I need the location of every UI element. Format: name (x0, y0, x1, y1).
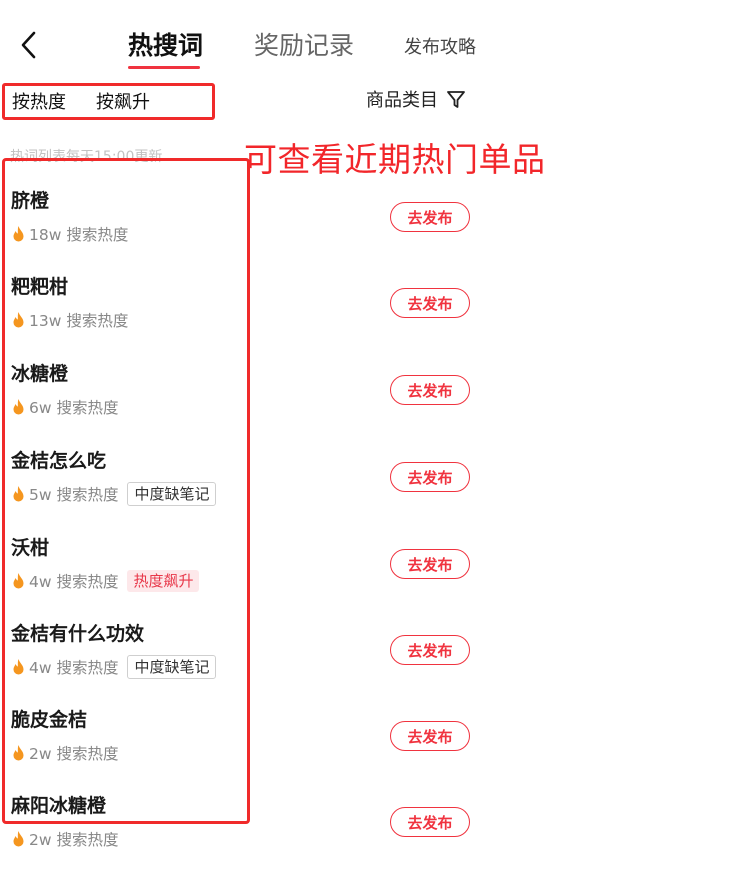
heat-value: 4w 搜索热度 (29, 573, 119, 591)
heat-info: 2w 搜索热度 (11, 741, 118, 765)
keyword-title: 金桔怎么吃 (11, 450, 107, 472)
tab-reward-records[interactable]: 奖励记录 (254, 26, 354, 62)
category-filter[interactable]: 商品类目 (366, 86, 466, 112)
heat-info: 5w 搜索热度 中度缺笔记 (11, 482, 217, 506)
heat-value: 6w 搜索热度 (29, 399, 119, 417)
flame-icon (13, 572, 24, 588)
flame-icon (13, 830, 24, 846)
heat-value: 13w 搜索热度 (29, 312, 129, 330)
list-item: 脆皮金桔 2w 搜索热度 去发布 (0, 705, 733, 791)
note-shortage-badge: 中度缺笔记 (127, 655, 217, 679)
publish-button[interactable]: 去发布 (390, 635, 470, 665)
publish-button[interactable]: 去发布 (390, 549, 470, 579)
publish-button[interactable]: 去发布 (390, 202, 470, 232)
tab-hot-search[interactable]: 热搜词 (128, 26, 203, 62)
publish-button[interactable]: 去发布 (390, 807, 470, 837)
heat-info: 6w 搜索热度 (11, 395, 118, 419)
flame-icon (13, 311, 24, 327)
note-shortage-badge: 中度缺笔记 (127, 482, 217, 506)
keyword-title: 金桔有什么功效 (11, 623, 145, 645)
list-item: 沃柑 4w 搜索热度 热度飙升 去发布 (0, 533, 733, 619)
heat-info: 18w 搜索热度 (11, 222, 128, 246)
heat-info: 4w 搜索热度 中度缺笔记 (11, 655, 217, 679)
keyword-title: 脆皮金桔 (11, 709, 88, 731)
keyword-title: 冰糖橙 (11, 363, 69, 385)
flame-icon (13, 744, 24, 760)
list-item: 脐橙 18w 搜索热度 去发布 (0, 186, 733, 272)
tab-publish-guide[interactable]: 发布攻略 (404, 33, 476, 59)
heat-info: 4w 搜索热度 热度飙升 (11, 569, 200, 593)
publish-button[interactable]: 去发布 (390, 721, 470, 751)
heat-value: 5w 搜索热度 (29, 486, 119, 504)
list-item: 冰糖橙 6w 搜索热度 去发布 (0, 359, 733, 445)
heat-value: 2w 搜索热度 (29, 745, 119, 763)
sort-by-rise[interactable]: 按飙升 (96, 88, 150, 114)
heat-rising-badge: 热度飙升 (127, 570, 200, 592)
list-item: 金桔有什么功效 4w 搜索热度 中度缺笔记 去发布 (0, 619, 733, 705)
flame-icon (13, 658, 24, 674)
heat-info: 13w 搜索热度 (11, 308, 128, 332)
publish-button[interactable]: 去发布 (390, 288, 470, 318)
heat-value: 2w 搜索热度 (29, 831, 119, 849)
heat-value: 4w 搜索热度 (29, 659, 119, 677)
flame-icon (13, 225, 24, 241)
sort-by-heat[interactable]: 按热度 (12, 88, 66, 114)
flame-icon (13, 398, 24, 414)
keyword-title: 粑粑柑 (11, 276, 69, 298)
filter-icon (447, 91, 465, 108)
list-item: 麻阳冰糖橙 2w 搜索热度 去发布 (0, 791, 733, 877)
back-button[interactable] (14, 30, 44, 60)
heat-info: 2w 搜索热度 (11, 827, 118, 851)
publish-button[interactable]: 去发布 (390, 375, 470, 405)
heat-value: 18w 搜索热度 (29, 226, 129, 244)
keyword-title: 麻阳冰糖橙 (11, 795, 107, 817)
list-item: 金桔怎么吃 5w 搜索热度 中度缺笔记 去发布 (0, 446, 733, 532)
category-label: 商品类目 (366, 90, 438, 111)
active-tab-indicator (128, 66, 200, 69)
chevron-left-icon (21, 31, 36, 59)
keyword-title: 沃柑 (11, 537, 50, 559)
sort-options-highlight: 按热度 按飙升 (2, 83, 215, 120)
list-item: 粑粑柑 13w 搜索热度 去发布 (0, 272, 733, 358)
annotation-text: 可查看近期热门单品 (244, 140, 546, 179)
flame-icon (13, 485, 24, 501)
publish-button[interactable]: 去发布 (390, 462, 470, 492)
keyword-title: 脐橙 (11, 190, 50, 212)
